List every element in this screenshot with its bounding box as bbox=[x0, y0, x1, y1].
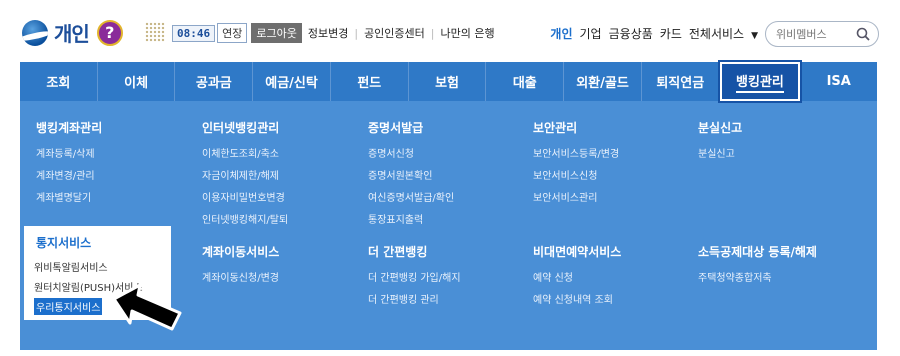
menu-column-certificates: 증명서발급 증명서신청 증명서원본확인 여신증명서발급/확인 통장표지출력 bbox=[368, 119, 454, 233]
top-link-profile[interactable]: 정보변경 bbox=[308, 25, 348, 41]
menu-item[interactable]: 인터넷뱅킹해지/탈퇴 bbox=[202, 211, 288, 226]
menu-heading[interactable]: 계좌이동서비스 bbox=[202, 243, 279, 260]
tab-utility-bills[interactable]: 공과금 bbox=[175, 62, 254, 101]
menu-column-internet-banking: 인터넷뱅킹관리 이체한도조회/축소 자금이체제한/해제 이용자비밀번호변경 인터… bbox=[202, 119, 288, 233]
menu-heading[interactable]: 증명서발급 bbox=[368, 119, 454, 136]
top-nav-card[interactable]: 카드 bbox=[660, 25, 682, 42]
menu-heading[interactable]: 보안관리 bbox=[533, 119, 619, 136]
brand-name: 개인 bbox=[54, 22, 90, 46]
bank-logo-icon bbox=[22, 19, 48, 46]
top-nav-personal[interactable]: 개인 bbox=[550, 25, 572, 42]
menu-item[interactable]: 통장표지출력 bbox=[368, 211, 454, 226]
top-nav-products[interactable]: 금융상품 bbox=[609, 25, 653, 42]
menu-heading[interactable]: 분실신고 bbox=[698, 119, 742, 136]
menu-column-simple-banking: 더 간편뱅킹 더 간편뱅킹 가입/해지 더 간편뱅킹 관리 bbox=[368, 243, 461, 313]
extend-button[interactable]: 연장 bbox=[217, 23, 248, 43]
main-nav: 조회 이체 공과금 예금/신탁 펀드 보험 대출 외환/골드 퇴직연금 뱅킹관리… bbox=[20, 60, 877, 103]
menu-column-remote-reservation: 비대면예약서비스 예약 신청 예약 신청내역 조회 bbox=[533, 243, 621, 313]
tab-label: 대출 bbox=[512, 76, 537, 91]
pointer-arrow-icon bbox=[112, 283, 182, 331]
menu-item[interactable]: 여신증명서발급/확인 bbox=[368, 189, 454, 204]
tab-label: 조회 bbox=[46, 76, 71, 91]
menu-column-tax-deduction: 소득공제대상 등록/해제 주택청약종합저축 bbox=[698, 243, 817, 291]
menu-item[interactable]: 증명서신청 bbox=[368, 145, 454, 160]
tab-loan[interactable]: 대출 bbox=[486, 62, 565, 101]
top-nav-all-services[interactable]: 전체서비스 ▼ bbox=[689, 25, 758, 42]
brand-logo[interactable]: 개인 ? bbox=[22, 18, 123, 47]
menu-item[interactable]: 계좌변경/관리 bbox=[36, 167, 102, 182]
tab-label: 퇴직연금 bbox=[656, 76, 705, 91]
menu-item[interactable]: 보안서비스등록/변경 bbox=[533, 145, 619, 160]
tab-label: 공과금 bbox=[195, 76, 232, 91]
menu-column-security: 보안관리 보안서비스등록/변경 보안서비스신청 보안서비스관리 bbox=[533, 119, 619, 211]
session-bar: 08:46 연장 로그아웃 정보변경 | 공인인증센터 | 나만의 은행 bbox=[172, 23, 495, 43]
menu-item[interactable]: 계좌이동신청/변경 bbox=[202, 269, 279, 284]
tab-label: 예금/신탁 bbox=[265, 76, 318, 91]
menu-heading[interactable]: 더 간편뱅킹 bbox=[368, 243, 461, 260]
menu-column-account-transfer: 계좌이동서비스 계좌이동신청/변경 bbox=[202, 243, 279, 291]
menu-heading[interactable]: 뱅킹계좌관리 bbox=[36, 119, 102, 136]
menu-item[interactable]: 더 간편뱅킹 관리 bbox=[368, 291, 461, 306]
menu-item[interactable]: 예약 신청내역 조회 bbox=[533, 291, 621, 306]
tab-label: ISA bbox=[826, 74, 851, 89]
top-link-cert-center[interactable]: 공인인증센터 bbox=[364, 25, 425, 41]
menu-column-lost-report: 분실신고 분실신고 bbox=[698, 119, 742, 167]
menu-heading[interactable]: 통지서비스 bbox=[36, 234, 91, 251]
help-glyph: ? bbox=[105, 23, 115, 42]
help-icon[interactable]: ? bbox=[96, 19, 123, 46]
menu-item[interactable]: 분실신고 bbox=[698, 145, 742, 160]
menu-item[interactable]: 더 간편뱅킹 가입/해지 bbox=[368, 269, 461, 284]
menu-item[interactable]: 이체한도조회/축소 bbox=[202, 145, 288, 160]
tab-label: 뱅킹관리 bbox=[736, 71, 784, 93]
tab-label: 펀드 bbox=[357, 76, 382, 91]
menu-item[interactable]: 보안서비스신청 bbox=[533, 167, 619, 182]
session-timer: 08:46 bbox=[172, 24, 216, 42]
logout-button[interactable]: 로그아웃 bbox=[251, 23, 302, 43]
tab-inquiry[interactable]: 조회 bbox=[20, 62, 98, 101]
menu-item[interactable]: 이용자비밀번호변경 bbox=[202, 189, 288, 204]
tab-pension[interactable]: 퇴직연금 bbox=[642, 62, 720, 101]
divider: | bbox=[354, 26, 359, 40]
tab-insurance[interactable]: 보험 bbox=[409, 62, 487, 101]
menu-item[interactable]: 예약 신청 bbox=[533, 269, 621, 284]
tab-fund[interactable]: 펀드 bbox=[331, 62, 409, 101]
top-nav-business[interactable]: 기업 bbox=[580, 25, 602, 42]
tab-isa[interactable]: ISA bbox=[800, 62, 877, 101]
menu-item[interactable]: 보안서비스관리 bbox=[533, 189, 619, 204]
divider: | bbox=[430, 26, 435, 40]
menu-item[interactable]: 주택청약종합저축 bbox=[698, 269, 817, 284]
caret-down-icon: ▼ bbox=[751, 31, 758, 41]
menu-item[interactable]: 증명서원본확인 bbox=[368, 167, 454, 182]
tab-forex-gold[interactable]: 외환/골드 bbox=[564, 62, 642, 101]
menu-item[interactable]: 위비톡알림서비스 bbox=[34, 259, 108, 274]
menu-heading[interactable]: 인터넷뱅킹관리 bbox=[202, 119, 288, 136]
tab-transfer[interactable]: 이체 bbox=[98, 62, 176, 101]
menu-item[interactable]: 계좌별명달기 bbox=[36, 189, 102, 204]
tab-deposit-trust[interactable]: 예금/신탁 bbox=[253, 62, 331, 101]
search-box bbox=[765, 21, 879, 47]
search-icon[interactable] bbox=[856, 27, 870, 41]
top-link-my-bank[interactable]: 나만의 은행 bbox=[441, 25, 495, 41]
menu-heading[interactable]: 소득공제대상 등록/해제 bbox=[698, 243, 817, 260]
tab-label: 외환/골드 bbox=[576, 76, 629, 91]
decorative-dots bbox=[145, 22, 165, 42]
menu-item-selected[interactable]: 우리통지서비스 bbox=[34, 298, 103, 315]
top-nav: 개인 기업 금융상품 카드 전체서비스 ▼ bbox=[543, 25, 758, 42]
search-input[interactable] bbox=[776, 27, 854, 41]
menu-heading[interactable]: 비대면예약서비스 bbox=[533, 243, 621, 260]
menu-column-accounts: 뱅킹계좌관리 계좌등록/삭제 계좌변경/관리 계좌별명달기 bbox=[36, 119, 102, 211]
menu-item[interactable]: 자금이체제한/해제 bbox=[202, 167, 288, 182]
tab-label: 보험 bbox=[435, 76, 459, 91]
tab-banking-management[interactable]: 뱅킹관리 bbox=[717, 60, 803, 103]
menu-item[interactable]: 계좌등록/삭제 bbox=[36, 145, 102, 160]
all-services-label: 전체서비스 bbox=[688, 27, 745, 41]
tab-label: 이체 bbox=[124, 76, 149, 91]
